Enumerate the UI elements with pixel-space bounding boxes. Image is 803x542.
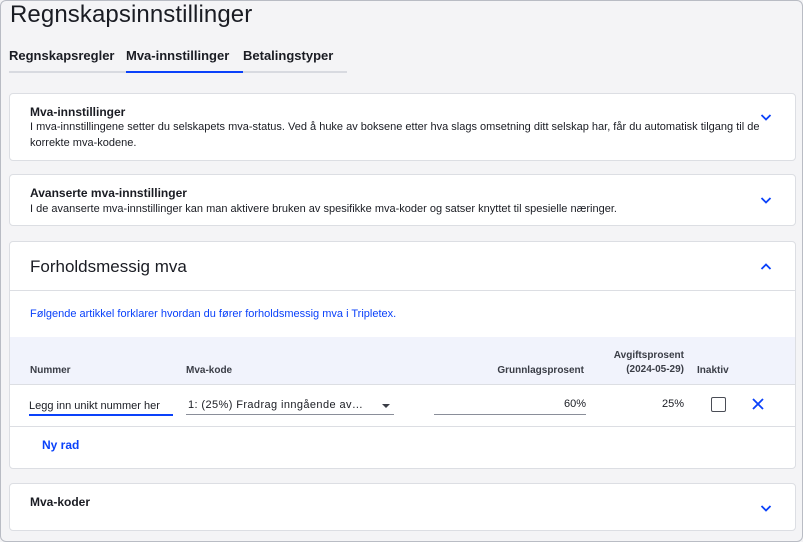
- dropdown-caret-icon: [382, 404, 390, 408]
- help-article-link[interactable]: Følgende artikkel forklarer hvordan du f…: [30, 308, 396, 320]
- tab-regnskapsregler[interactable]: Regnskapsregler: [9, 45, 126, 73]
- column-header-grunnlagsprosent: Grunnlagsprosent: [497, 365, 584, 376]
- table-row: Legg inn unikt nummer her 1: (25%) Fradr…: [10, 385, 795, 425]
- column-header-inaktiv: Inaktiv: [697, 365, 729, 376]
- avgiftsprosent-value: 25%: [661, 398, 684, 410]
- chevron-down-icon[interactable]: [759, 501, 773, 515]
- panel-title: Avanserte mva-innstillinger: [30, 186, 187, 200]
- mva-settings-panel[interactable]: Mva-innstillinger I mva-innstillingene s…: [9, 93, 796, 161]
- mva-codes-panel[interactable]: Mva-koder: [9, 483, 796, 531]
- chevron-up-icon[interactable]: [759, 260, 773, 274]
- column-header-line: Avgiftsprosent: [613, 350, 684, 361]
- grunnlagsprosent-input[interactable]: 60%: [434, 395, 586, 415]
- column-header-mva-kode: Mva-kode: [186, 365, 233, 376]
- panel-description: I mva-innstillingene setter du selskapet…: [30, 121, 760, 149]
- panel-description: I de avanserte mva-innstillinger kan man…: [30, 203, 617, 215]
- tab-label: Regnskapsregler: [9, 48, 115, 63]
- selected-value: 1: (25%) Fradrag inngående avgift, høy s…: [188, 399, 368, 411]
- chevron-down-icon[interactable]: [759, 110, 773, 124]
- inaktiv-checkbox[interactable]: [711, 397, 726, 412]
- settings-tabs: Regnskapsregler Mva-innstillinger Betali…: [9, 45, 347, 73]
- tab-mva-innstillinger[interactable]: Mva-innstillinger: [126, 45, 243, 73]
- column-header-line: (2024-05-29): [626, 364, 684, 375]
- chevron-down-icon[interactable]: [759, 193, 773, 207]
- column-header-avgiftsprosent: Avgiftsprosent (2024-05-29): [614, 349, 684, 377]
- panel-title: Forholdsmessig mva: [30, 257, 187, 276]
- mva-kode-select[interactable]: 1: (25%) Fradrag inngående avgift, høy s…: [186, 395, 394, 415]
- tab-betalingstyper[interactable]: Betalingstyper: [243, 45, 347, 73]
- nummer-input[interactable]: Legg inn unikt nummer her: [29, 396, 173, 416]
- column-header-nummer: Nummer: [30, 365, 71, 376]
- app-frame: Regnskapsinnstillinger Regnskapsregler M…: [0, 0, 803, 542]
- page-title: Regnskapsinnstillinger: [10, 1, 253, 28]
- row-divider: [10, 426, 795, 427]
- panel-header[interactable]: Forholdsmessig mva: [10, 242, 795, 291]
- proportional-mva-panel: Forholdsmessig mva Følgende artikkel for…: [9, 241, 796, 469]
- new-row-button[interactable]: Ny rad: [42, 438, 79, 452]
- advanced-mva-settings-panel[interactable]: Avanserte mva-innstillinger I de avanser…: [9, 174, 796, 226]
- tab-label: Betalingstyper: [243, 48, 334, 63]
- table-header: Nummer Mva-kode Grunnlagsprosent Avgifts…: [10, 337, 795, 385]
- tab-label: Mva-innstillinger: [126, 48, 230, 63]
- panel-title: Mva-koder: [30, 495, 91, 509]
- close-icon[interactable]: [751, 397, 765, 411]
- panel-title: Mva-innstillinger: [30, 105, 126, 119]
